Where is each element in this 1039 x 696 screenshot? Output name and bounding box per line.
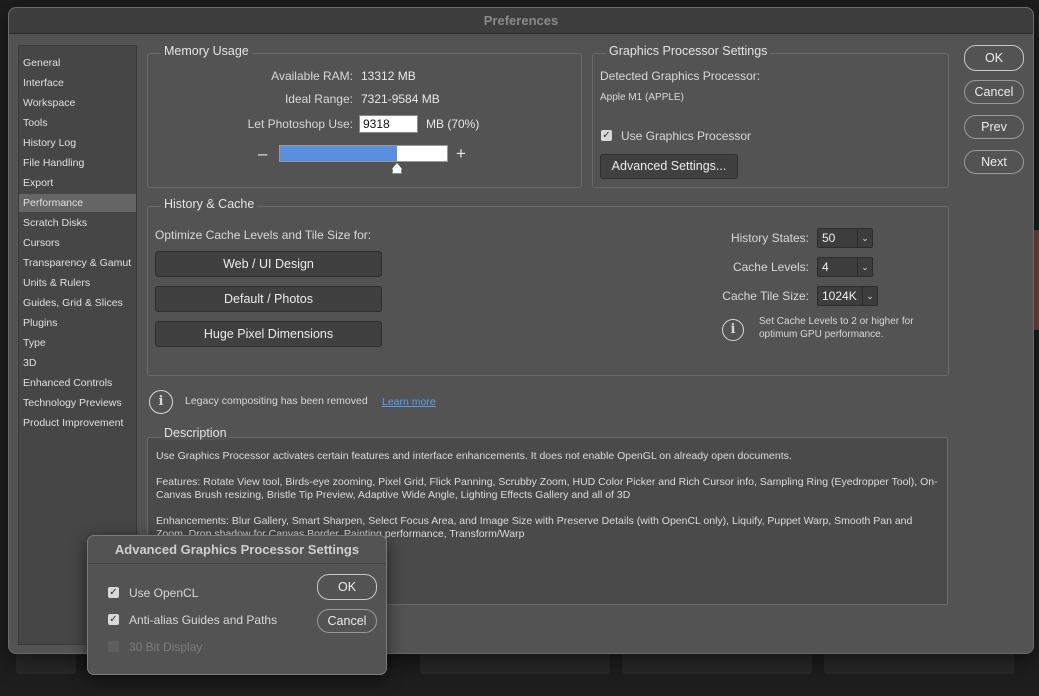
ideal-range-label: Ideal Range: [284, 92, 353, 106]
advanced-cancel-button[interactable]: Cancel [317, 609, 377, 633]
chevron-down-icon: ⌄ [857, 258, 872, 276]
sidebar-item-scratch-disks[interactable]: Scratch Disks [19, 214, 136, 232]
advanced-ok-button[interactable]: OK [317, 574, 377, 600]
gpu-settings-title: Graphics Processor Settings [606, 44, 771, 58]
detected-gpu-label: Detected Graphics Processor: [600, 69, 761, 83]
gpu-tip-line2: optimum GPU performance. [759, 329, 884, 340]
cache-levels-value: 4 [822, 260, 829, 274]
history-states-select[interactable]: 50 ⌄ [817, 228, 873, 248]
background-panel [16, 652, 76, 674]
memory-usage-title: Memory Usage [161, 44, 252, 58]
background-panel [622, 652, 812, 674]
default-photos-button[interactable]: Default / Photos [155, 286, 382, 312]
detected-gpu-value: Apple M1 (APPLE) [600, 92, 684, 103]
prev-button[interactable]: Prev [964, 115, 1024, 139]
use-gpu-label[interactable]: Use Graphics Processor [621, 129, 751, 143]
description-paragraph-1: Use Graphics Processor activates certain… [156, 450, 792, 462]
background-panel [420, 652, 610, 674]
ram-amount-input[interactable] [359, 115, 418, 133]
info-icon: i [722, 319, 744, 341]
sidebar-item-performance[interactable]: Performance [19, 194, 136, 212]
sidebar-item-interface[interactable]: Interface [19, 74, 136, 92]
30-bit-display-label: 30 Bit Display [129, 640, 203, 654]
sidebar-item-general[interactable]: General [19, 54, 136, 72]
sidebar-item-technology-previews[interactable]: Technology Previews [19, 394, 136, 412]
advanced-settings-button[interactable]: Advanced Settings... [600, 154, 738, 179]
sidebar-item-3d[interactable]: 3D [19, 354, 136, 372]
chevron-down-icon: ⌄ [857, 229, 872, 247]
ram-unit-label: MB (70%) [426, 117, 480, 131]
chevron-down-icon: ⌄ [862, 287, 877, 305]
cache-tile-size-label: Cache Tile Size: [722, 289, 809, 303]
cancel-button[interactable]: Cancel [964, 80, 1024, 104]
available-ram-label: Available RAM: [271, 69, 353, 83]
background-panel [824, 652, 1014, 674]
ok-button[interactable]: OK [964, 45, 1024, 71]
history-states-value: 50 [822, 231, 836, 245]
anti-alias-checkbox[interactable]: ✓ [108, 614, 119, 625]
advanced-gpu-dialog-title: Advanced Graphics Processor Settings [88, 536, 386, 564]
sidebar-item-type[interactable]: Type [19, 334, 136, 352]
use-opencl-checkbox[interactable]: ✓ [108, 587, 119, 598]
sidebar-item-transparency-gamut[interactable]: Transparency & Gamut [19, 254, 136, 272]
sidebar-item-plugins[interactable]: Plugins [19, 314, 136, 332]
web-ui-design-button[interactable]: Web / UI Design [155, 251, 382, 277]
cache-tile-size-value: 1024K [822, 289, 857, 303]
anti-alias-label[interactable]: Anti-alias Guides and Paths [129, 613, 277, 627]
use-gpu-checkbox[interactable]: ✓ [601, 130, 612, 141]
sidebar-item-file-handling[interactable]: File Handling [19, 154, 136, 172]
huge-pixel-dimensions-button[interactable]: Huge Pixel Dimensions [155, 321, 382, 347]
sidebar-item-history-log[interactable]: History Log [19, 134, 136, 152]
info-icon: i [149, 390, 173, 414]
gpu-tip-line1: Set Cache Levels to 2 or higher for [759, 316, 914, 327]
sidebar-item-tools[interactable]: Tools [19, 114, 136, 132]
30-bit-display-checkbox [108, 641, 119, 652]
ram-slider-fill [280, 146, 397, 161]
increase-ram-button[interactable]: + [456, 145, 466, 162]
cache-levels-select[interactable]: 4 ⌄ [817, 257, 873, 277]
cache-tile-size-select[interactable]: 1024K ⌄ [817, 286, 878, 306]
available-ram-value: 13312 MB [361, 69, 416, 83]
sidebar-item-guides-grid-slices[interactable]: Guides, Grid & Slices [19, 294, 136, 312]
optimize-label: Optimize Cache Levels and Tile Size for: [155, 228, 372, 242]
sidebar-item-enhanced-controls[interactable]: Enhanced Controls [19, 374, 136, 392]
legacy-compositing-text: Legacy compositing has been removed [185, 395, 368, 407]
sidebar-item-cursors[interactable]: Cursors [19, 234, 136, 252]
description-title: Description [161, 426, 230, 440]
next-button[interactable]: Next [964, 150, 1024, 174]
learn-more-link[interactable]: Learn more [382, 396, 436, 408]
cache-levels-label: Cache Levels: [732, 260, 809, 274]
decrease-ram-button[interactable]: – [258, 145, 267, 162]
sidebar-item-workspace[interactable]: Workspace [19, 94, 136, 112]
description-paragraph-2: Features: Rotate View tool, Birds-eye zo… [156, 476, 938, 501]
ideal-range-value: 7321-9584 MB [361, 92, 440, 106]
history-states-label: History States: [730, 231, 809, 245]
sidebar-item-product-improvement[interactable]: Product Improvement [19, 414, 136, 432]
advanced-gpu-dialog: Advanced Graphics Processor Settings ✓ U… [87, 535, 387, 675]
ram-slider[interactable] [279, 145, 448, 162]
sidebar-item-export[interactable]: Export [19, 174, 136, 192]
window-title: Preferences [9, 8, 1033, 34]
sidebar-item-units-rulers[interactable]: Units & Rulers [19, 274, 136, 292]
history-cache-title: History & Cache [161, 197, 258, 211]
use-opencl-label[interactable]: Use OpenCL [129, 586, 198, 600]
let-photoshop-use-label: Let Photoshop Use: [247, 117, 353, 131]
